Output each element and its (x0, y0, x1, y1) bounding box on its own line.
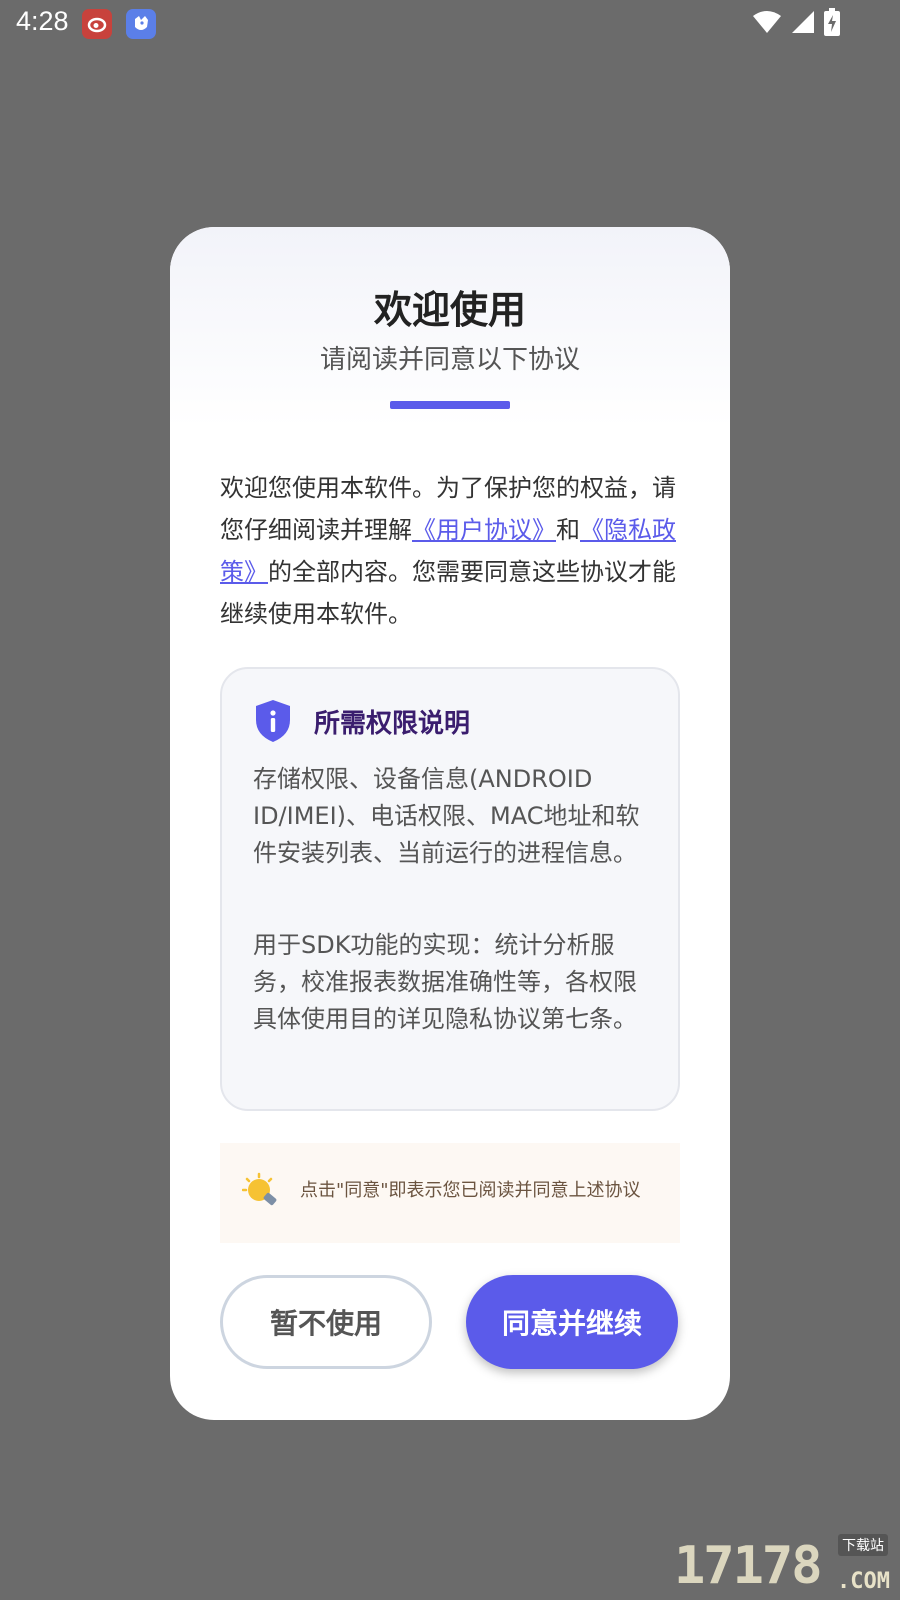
permissions-paragraph-2: 用于SDK功能的实现：统计分析服务，校准报表数据准确性等，各权限具体使用目的详见… (253, 931, 637, 1033)
status-time: 4:28 (16, 6, 69, 36)
watermark-digits: 17178 (674, 1536, 823, 1596)
battery-charging-icon (824, 8, 840, 36)
dialog-subtitle: 请阅读并同意以下协议 (319, 345, 580, 375)
watermark-domain: .COM (837, 1569, 890, 1594)
signal-icon (792, 11, 814, 33)
permissions-paragraph-1: 存储权限、设备信息(ANDROID ID/IMEI)、电话权限、MAC地址和软件… (253, 765, 640, 867)
site-watermark: 17178 下载站 .COM (674, 1532, 894, 1596)
wifi-icon (753, 11, 781, 33)
shield-info-icon (256, 700, 290, 742)
permissions-title: 所需权限说明 (314, 708, 471, 739)
intro-part3: 的全部内容。您需要同意这些协议才能继续使用本软件。 (220, 558, 676, 628)
bird-app-icon (126, 9, 156, 39)
system-icons (752, 8, 840, 36)
weibo-icon (82, 9, 112, 39)
intro-part2: 和 (556, 516, 580, 544)
lightbulb-icon (242, 1172, 277, 1206)
permissions-card: 所需权限说明 存储权限、设备信息(ANDROID ID/IMEI)、电话权限、M… (220, 667, 680, 1111)
dialog-title: 欢迎使用 (373, 288, 526, 332)
status-bar: 4:28 (0, 0, 900, 48)
user-agreement-link[interactable]: 《用户协议》 (412, 516, 556, 544)
agree-button[interactable]: 同意并继续 (466, 1275, 678, 1369)
tip-text: 点击"同意"即表示您已阅读并同意上述协议 (300, 1180, 641, 1201)
title-accent-bar (390, 401, 510, 409)
consent-tip: 点击"同意"即表示您已阅读并同意上述协议 (220, 1143, 680, 1243)
watermark-label: 下载站 (838, 1534, 888, 1556)
permissions-header: 所需权限说明 (254, 699, 470, 743)
decline-button[interactable]: 暂不使用 (220, 1275, 432, 1369)
agreement-dialog: 欢迎使用 请阅读并同意以下协议 欢迎您使用本软件。为了保护您的权益，请您仔细阅读… (170, 227, 730, 1420)
intro-text: 欢迎您使用本软件。为了保护您的权益，请您仔细阅读并理解《用户协议》和《隐私政策》… (220, 467, 680, 635)
